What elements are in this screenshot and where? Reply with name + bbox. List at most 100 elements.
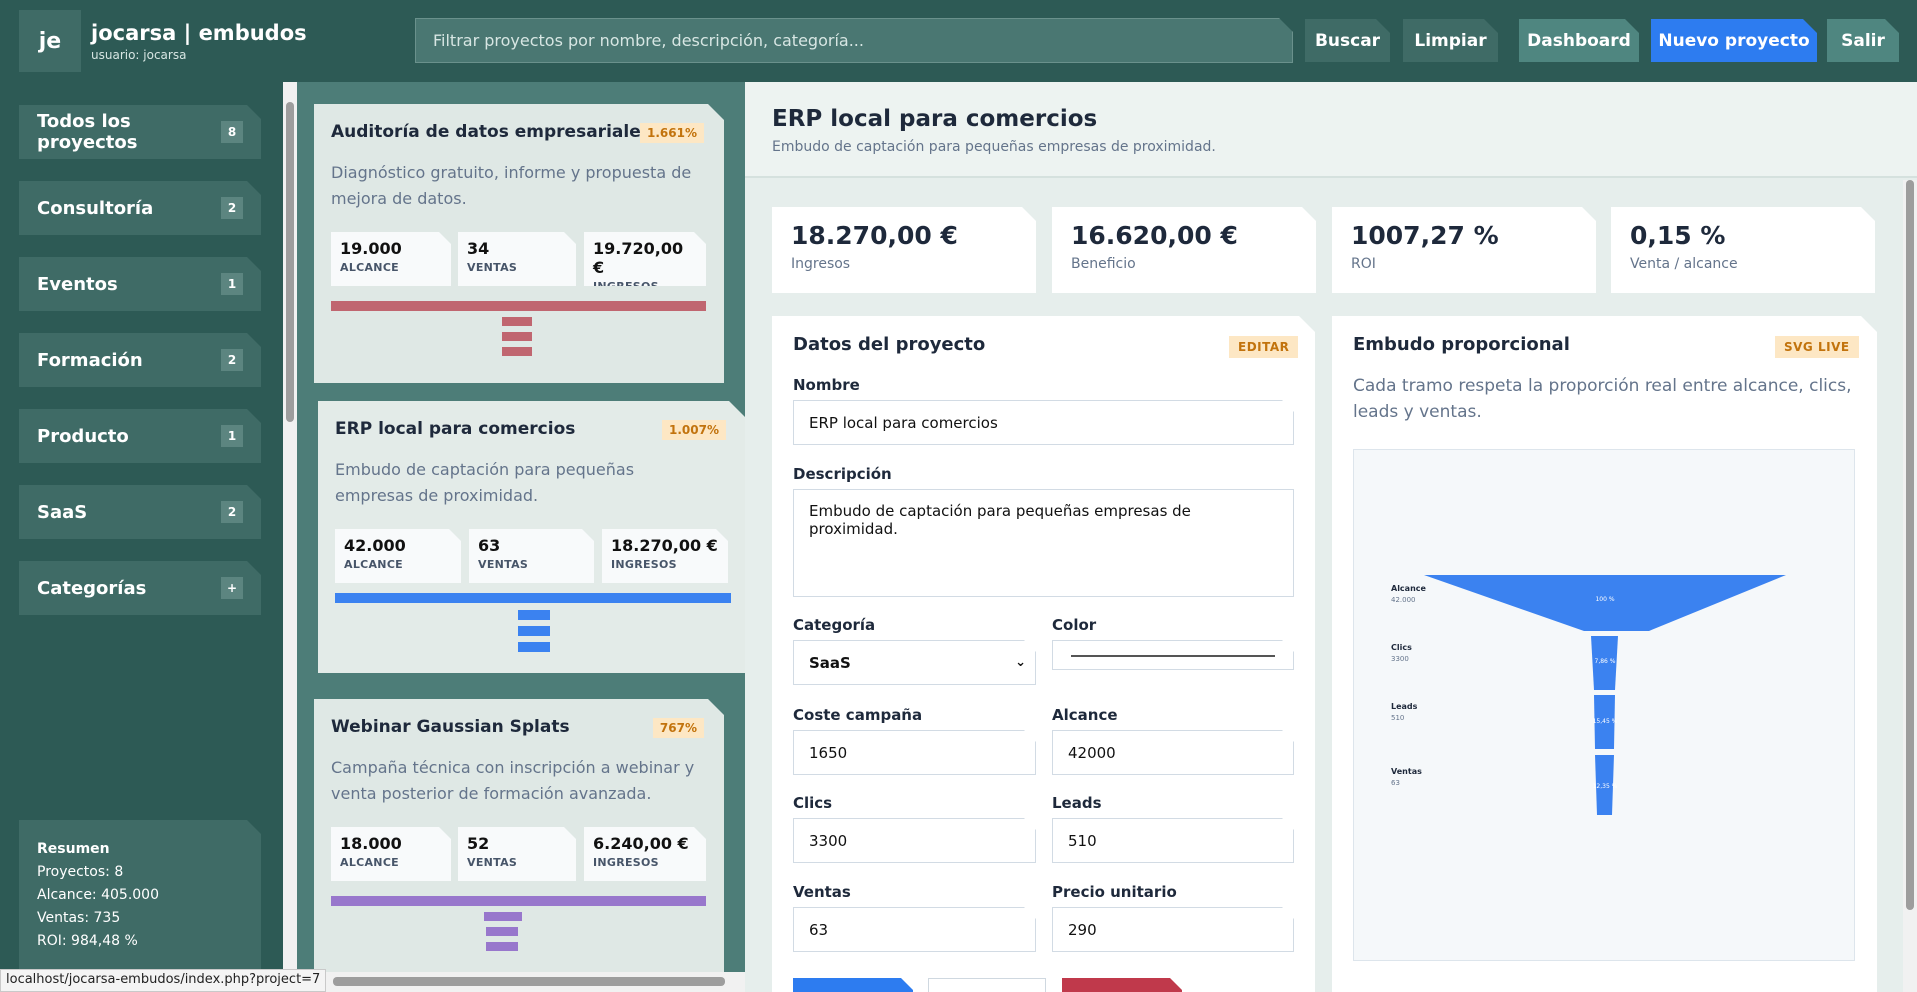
stat-label: VENTAS (467, 856, 518, 869)
form-title: Datos del proyecto (793, 334, 986, 355)
sidebar-item-consultoria[interactable]: Consultoría 2 (19, 181, 261, 235)
funnel-stage-value: 3300 (1391, 655, 1409, 663)
category-select[interactable]: SaaS ⌄ (793, 640, 1036, 685)
sidebar-item-label: Categorías (37, 577, 147, 599)
count-badge: 1 (221, 425, 243, 447)
sidebar-item-formacion[interactable]: Formación 2 (19, 333, 261, 387)
funnel-description: Cada tramo respeta la proporción real en… (1353, 376, 1852, 422)
project-card-webinar[interactable]: Webinar Gaussian Splats 767% Campaña téc… (314, 699, 724, 972)
kpi-profit: 16.620,00 € Beneficio (1052, 207, 1316, 293)
funnel-panel: Embudo proporcional SVG LIVE Cada tramo … (1332, 316, 1877, 992)
sidebar-item-label: Producto (37, 425, 129, 447)
save-button[interactable] (793, 978, 913, 992)
sidebar-item-eventos[interactable]: Eventos 1 (19, 257, 261, 311)
color-swatch (1071, 655, 1275, 657)
clicks-field[interactable]: 3300 (793, 818, 1036, 863)
project-card-erp[interactable]: ERP local para comercios 1.007% Embudo d… (318, 401, 745, 673)
stat-revenue: 19.720,00 € INGRESOS (584, 232, 706, 286)
funnel-stage-name: Alcance (1391, 584, 1427, 593)
sidebar-item-label: Consultoría (37, 197, 154, 219)
summary-sales: Ventas: 735 (37, 910, 121, 926)
mini-funnel-bar (331, 896, 706, 906)
sidebar-item-categorias[interactable]: Categorías + (19, 561, 261, 615)
project-card-auditoria[interactable]: Auditoría de datos empresariales 1.661% … (314, 104, 724, 383)
summary-box: Resumen Proyectos: 8 Alcance: 405.000 Ve… (19, 820, 261, 970)
funnel-stage-leads: Leads 510 15,45 % (1391, 695, 1618, 749)
count-badge: 8 (221, 121, 243, 143)
count-badge: 2 (221, 349, 243, 371)
count-badge: 2 (221, 197, 243, 219)
stat-revenue: 6.240,00 € INGRESOS (584, 827, 706, 881)
project-title: Webinar Gaussian Splats (331, 717, 570, 737)
count-badge: 2 (221, 501, 243, 523)
sales-field[interactable]: 63 (793, 907, 1036, 952)
sidebar: Todos los proyectos 8 Consultoría 2 Even… (0, 82, 283, 992)
delete-button[interactable] (1062, 978, 1182, 992)
user-label: usuario: jocarsa (91, 48, 187, 62)
stat-label: VENTAS (478, 558, 529, 571)
leads-label: Leads (1052, 794, 1102, 812)
funnel-stage-value: 63 (1391, 779, 1400, 787)
add-category-badge[interactable]: + (221, 577, 243, 599)
brand-title: jocarsa | embudos (91, 21, 307, 45)
mini-funnel-step (518, 610, 550, 620)
leads-field[interactable]: 510 (1052, 818, 1294, 863)
description-field[interactable]: Embudo de captación para pequeñas empres… (793, 489, 1294, 597)
stat-label: VENTAS (467, 261, 518, 274)
funnel-stage-sales: Ventas 63 12,35 % (1391, 755, 1618, 815)
reach-label: Alcance (1052, 706, 1118, 724)
logout-button[interactable]: Salir (1827, 19, 1899, 62)
secondary-button[interactable] (928, 978, 1046, 992)
funnel-stage-pct: 12,35 % (1593, 783, 1618, 790)
color-picker[interactable] (1052, 640, 1294, 670)
sidebar-scrollbar[interactable] (283, 82, 297, 972)
sidebar-item-producto[interactable]: Producto 1 (19, 409, 261, 463)
kpi-value: 18.270,00 € (791, 221, 958, 250)
funnel-segment (1424, 575, 1786, 631)
funnel-stage-clicks: Clics 3300 7,86 % (1391, 636, 1618, 690)
name-field[interactable]: ERP local para comercios (793, 400, 1294, 445)
detail-subtitle: Embudo de captación para pequeñas empres… (772, 139, 1216, 155)
cost-label: Coste campaña (793, 706, 923, 724)
stat-value: 18.000 (340, 834, 402, 853)
project-list-hscrollbar[interactable] (297, 972, 745, 992)
stat-reach: 42.000 ALCANCE (335, 529, 461, 583)
kpi-value: 0,15 % (1630, 221, 1726, 250)
funnel-stage-pct: 15,45 % (1593, 718, 1618, 725)
new-project-button[interactable]: Nuevo proyecto (1651, 19, 1817, 62)
kpi-label: ROI (1351, 256, 1376, 272)
clear-button[interactable]: Limpiar (1403, 19, 1498, 62)
stat-value: 42.000 (344, 536, 406, 555)
mini-funnel-step (502, 317, 532, 326)
reach-field[interactable]: 42000 (1052, 730, 1294, 775)
stat-reach: 19.000 ALCANCE (331, 232, 451, 286)
cost-field[interactable]: 1650 (793, 730, 1036, 775)
search-input[interactable]: Filtrar proyectos por nombre, descripció… (415, 18, 1293, 63)
price-label: Precio unitario (1052, 883, 1177, 901)
stat-sales: 34 VENTAS (458, 232, 576, 286)
detail-scrollbar[interactable] (1903, 180, 1917, 992)
mini-funnel-step (486, 927, 518, 936)
roi-badge: 767% (653, 718, 704, 738)
search-placeholder: Filtrar proyectos por nombre, descripció… (433, 31, 864, 50)
sidebar-item-saas[interactable]: SaaS 2 (19, 485, 261, 539)
project-description: Embudo de captación para pequeñas empres… (335, 460, 635, 505)
mini-funnel-step (518, 642, 550, 652)
funnel-svg: Alcance 42.000 100 % Clics 3300 7,86 % L… (1354, 450, 1854, 960)
stat-revenue: 18.270,00 € INGRESOS (602, 529, 728, 583)
roi-badge: 1.007% (662, 420, 726, 440)
sidebar-item-all-projects[interactable]: Todos los proyectos 8 (19, 105, 261, 159)
sidebar-item-label: SaaS (37, 501, 88, 523)
project-list: Auditoría de datos empresariales 1.661% … (297, 82, 745, 972)
mini-funnel-step (484, 912, 522, 921)
dashboard-button[interactable]: Dashboard (1519, 19, 1639, 62)
sidebar-item-label: Formación (37, 349, 143, 371)
stat-value: 6.240,00 € (593, 834, 689, 853)
kpi-label: Ingresos (791, 256, 851, 272)
search-button[interactable]: Buscar (1305, 19, 1390, 62)
price-field[interactable]: 290 (1052, 907, 1294, 952)
summary-roi: ROI: 984,48 % (37, 933, 138, 949)
svg-live-tag: SVG LIVE (1775, 336, 1859, 358)
stat-label: ALCANCE (340, 261, 400, 274)
stat-label: INGRESOS (593, 280, 659, 293)
